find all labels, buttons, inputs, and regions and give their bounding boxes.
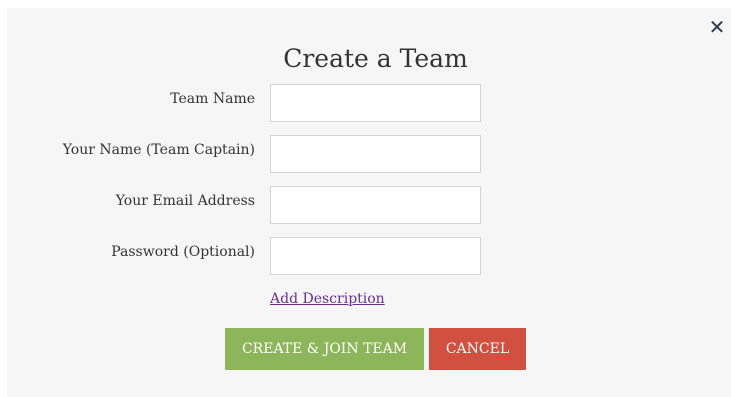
email-label: Your Email Address bbox=[115, 193, 255, 209]
captain-name-label: Your Name (Team Captain) bbox=[62, 142, 255, 158]
captain-name-input[interactable] bbox=[270, 135, 481, 173]
email-input[interactable] bbox=[270, 186, 481, 224]
close-icon[interactable]: ✕ bbox=[708, 16, 726, 38]
cancel-button[interactable]: CANCEL bbox=[429, 328, 526, 370]
team-name-input[interactable] bbox=[270, 84, 481, 122]
password-label: Password (Optional) bbox=[111, 244, 255, 260]
password-input[interactable] bbox=[270, 237, 481, 275]
dialog-title: Create a Team bbox=[283, 44, 468, 73]
team-name-label: Team Name bbox=[170, 91, 255, 107]
add-description-link[interactable]: Add Description bbox=[270, 290, 385, 308]
create-join-team-button[interactable]: CREATE & JOIN TEAM bbox=[225, 328, 424, 370]
